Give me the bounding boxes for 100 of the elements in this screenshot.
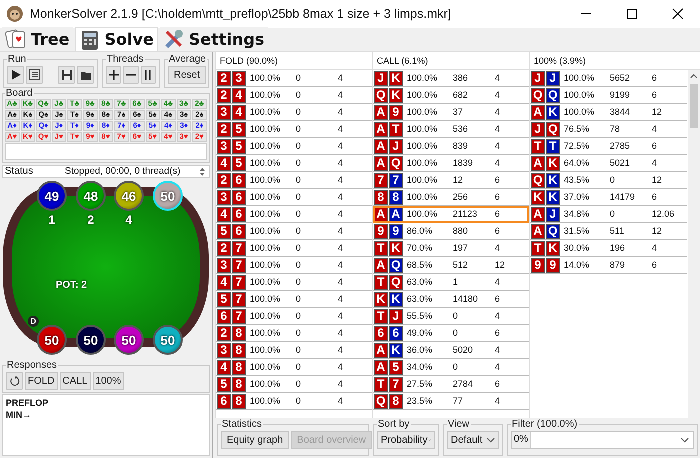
tab[interactable]: Settings (160, 27, 268, 51)
table-row[interactable]: Q Q 100.0% 9199 6 (530, 87, 687, 104)
table-row[interactable]: 4 8 100.0% 0 4 (216, 359, 372, 376)
count-cell-text: 536 (453, 124, 470, 134)
table-row[interactable]: 4 7 100.0% 0 4 (216, 274, 372, 291)
value-cell-text: 4 (338, 379, 344, 389)
board-input-field[interactable] (5, 143, 207, 160)
table-row[interactable]: 5 8 100.0% 0 4 (216, 376, 372, 393)
table-row[interactable]: J K 100.0% 386 4 (373, 70, 529, 87)
save-button[interactable] (58, 66, 75, 84)
response-button[interactable]: FOLD (25, 372, 58, 390)
table-row[interactable]: A Q 68.5% 512 12 (373, 257, 529, 274)
table-row[interactable]: 2 3 100.0% 0 4 (216, 70, 372, 87)
column-header[interactable]: CALL (6.1%) (373, 52, 529, 70)
table-row[interactable]: 3 8 100.0% 0 4 (216, 342, 372, 359)
table-row[interactable]: 7 7 100.0% 12 6 (373, 172, 529, 189)
frequency-cell-text: 100.0% (250, 158, 282, 168)
card-tile: 4 (232, 88, 246, 102)
count-cell-text: 12 (453, 175, 464, 185)
table-row[interactable]: 6 8 100.0% 0 4 (216, 393, 372, 410)
table-row[interactable]: T 7 27.5% 2784 6 (373, 376, 529, 393)
table-row[interactable]: 5 6 100.0% 0 4 (216, 223, 372, 240)
card-tile: 7 (232, 274, 246, 290)
table-row[interactable]: 2 5 100.0% 0 4 (216, 121, 372, 138)
table-row[interactable]: 6 7 100.0% 0 4 (216, 308, 372, 325)
table-row[interactable]: 2 7 100.0% 0 4 (216, 240, 372, 257)
column-header[interactable]: FOLD (90.0%) (216, 52, 372, 70)
table-row[interactable]: T K 30.0% 196 4 (530, 240, 687, 257)
maximize-icon[interactable] (626, 8, 638, 20)
card-tile: 6 (232, 172, 246, 188)
column-header[interactable]: 100% (3.9%) (530, 52, 700, 70)
table-row[interactable]: 4 6 100.0% 0 4 (216, 206, 372, 223)
frequency-cell-text: 27.5% (407, 379, 434, 389)
table-row[interactable]: A J 100.0% 839 4 (373, 138, 529, 155)
table-row[interactable]: A 5 34.0% 0 4 (373, 359, 529, 376)
plus-button[interactable] (106, 66, 122, 84)
table-row[interactable]: Q K 43.5% 0 12 (530, 172, 687, 189)
card-tile: 3 (217, 104, 231, 120)
sort-by-dropdown[interactable]: Probability (377, 431, 435, 449)
table-row[interactable]: 8 8 100.0% 256 6 (373, 189, 529, 206)
table-row[interactable]: T Q 63.0% 1 4 (373, 274, 529, 291)
view-dropdown[interactable]: Default (447, 431, 499, 449)
card-tile: 9 (374, 224, 388, 238)
table-row[interactable]: 6 6 49.0% 0 6 (373, 325, 529, 342)
table-row[interactable]: 2 6 100.0% 0 4 (216, 172, 372, 189)
undo-icon (8, 375, 20, 387)
close-icon[interactable] (672, 8, 684, 20)
table-row[interactable]: T K 70.0% 197 4 (373, 240, 529, 257)
table-row[interactable]: K K 63.0% 14180 6 (373, 291, 529, 308)
value-cell-text: 6 (495, 175, 502, 185)
scrollbar-drawing[interactable] (688, 70, 700, 418)
minus-button[interactable] (123, 66, 139, 84)
card-tile: A (389, 206, 403, 222)
card-tile: Q (389, 156, 403, 170)
table-row[interactable]: 5 7 100.0% 0 4 (216, 291, 372, 308)
table-row[interactable]: A J 34.8% 0 12.06 (530, 206, 687, 223)
table-row[interactable]: 9 9 86.0% 880 6 (373, 223, 529, 240)
table-row[interactable]: A Q 100.0% 1839 4 (373, 155, 529, 172)
table-row[interactable]: 3 4 100.0% 0 4 (216, 104, 372, 121)
table-row[interactable]: T J 55.5% 0 4 (373, 308, 529, 325)
spin-arrows-icon[interactable] (199, 166, 206, 176)
table-row[interactable]: 4 5 100.0% 0 4 (216, 155, 372, 172)
statistics-button[interactable]: Equity graph (221, 431, 290, 449)
count-cell-text: 0 (296, 260, 302, 270)
table-row[interactable]: 3 7 100.0% 0 4 (216, 257, 372, 274)
tab[interactable]: Tree (2, 27, 73, 51)
undo-button[interactable] (6, 372, 23, 390)
table-row[interactable]: A K 64.0% 5021 4 (530, 155, 687, 172)
card-tile: 4 (232, 104, 246, 120)
table-row[interactable]: 9 9 14.0% 879 6 (530, 257, 687, 274)
filter-field[interactable] (530, 432, 693, 448)
table-row[interactable]: Q 8 23.5% 77 4 (373, 393, 529, 410)
table-row[interactable]: 3 5 100.0% 0 4 (216, 138, 372, 155)
count-cell-text: 0 (610, 175, 616, 185)
tab[interactable]: Solve (74, 27, 158, 51)
value-cell-text: 4 (495, 141, 502, 151)
table-row[interactable]: Q K 100.0% 682 4 (373, 87, 529, 104)
folder-button[interactable] (77, 66, 94, 84)
table-row[interactable]: K K 37.0% 14179 6 (530, 189, 687, 206)
table-row[interactable]: A T 100.0% 536 4 (373, 121, 529, 138)
table-row[interactable]: A K 36.0% 5020 4 (373, 342, 529, 359)
reset-button[interactable]: Reset (168, 66, 206, 84)
table-row[interactable]: 2 8 100.0% 0 4 (216, 325, 372, 342)
table-row[interactable]: T T 72.5% 2785 6 (530, 138, 687, 155)
table-row[interactable]: A Q 31.5% 511 12 (530, 223, 687, 240)
frequency-cell-text: 100.0% (250, 175, 282, 185)
table-row[interactable]: 2 4 100.0% 0 4 (216, 87, 372, 104)
pause-button[interactable] (140, 66, 156, 84)
response-button[interactable]: CALL (60, 372, 91, 390)
play-button[interactable] (7, 66, 24, 84)
table-row[interactable]: A K 100.0% 3844 12 (530, 104, 687, 121)
card-tile: 5 (232, 122, 246, 136)
list-button[interactable] (26, 66, 43, 84)
table-row[interactable]: J J 100.0% 5652 6 (530, 70, 687, 87)
table-row[interactable]: J Q 76.5% 78 4 (530, 121, 687, 138)
table-row[interactable]: A A 100.0% 21123 6 (373, 206, 529, 223)
table-row[interactable]: 3 6 100.0% 0 4 (216, 189, 372, 206)
count-cell-text: 0 (296, 311, 302, 321)
response-button[interactable]: 100% (92, 372, 124, 390)
table-row[interactable]: A 9 100.0% 37 4 (373, 104, 529, 121)
